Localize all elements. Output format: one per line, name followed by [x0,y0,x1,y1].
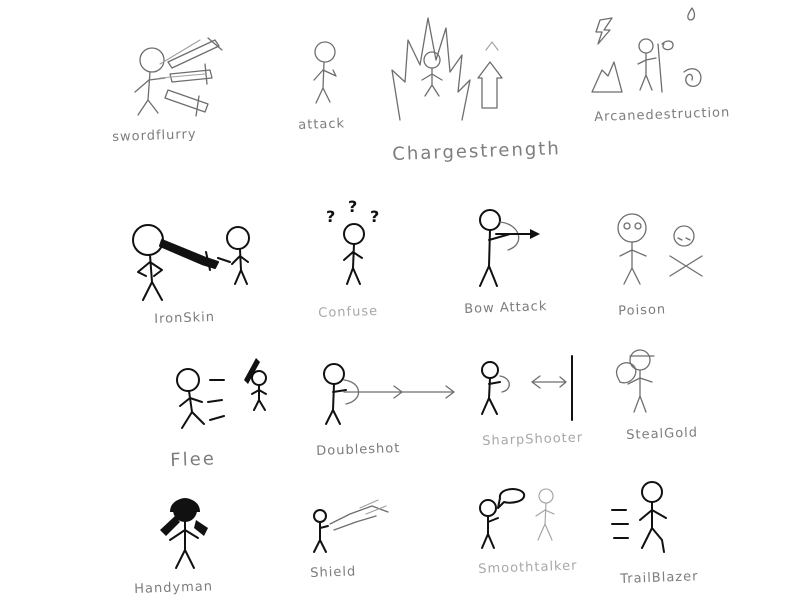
label-flee: Flee [170,448,217,471]
label-handyman: Handyman [134,579,214,597]
label-doubleshot: Doubleshot [316,441,401,459]
trailblazer-sketch [611,481,667,553]
swordflurry-sketch [134,37,223,117]
chargestrength-sketch [391,17,503,121]
sharpshooter-sketch [481,355,573,421]
label-shield: Shield [310,564,357,581]
confuse-sketch: ? ? ? [326,197,379,285]
label-bowattack: Bow Attack [464,299,548,317]
label-ironskin: IronSkin [154,309,216,327]
label-trailblazer: TrailBlazer [620,569,699,587]
flee-sketch [176,358,267,429]
arcanedestruction-sketch [591,7,702,93]
handyman-sketch [160,498,208,569]
doubleshot-sketch [323,363,455,425]
smoothtalker-sketch [479,488,555,549]
label-attack: attack [298,116,346,133]
sketch-sheet: ? ? ? [132,7,703,569]
bowattack-sketch [479,209,540,287]
label-confuse: Confuse [318,303,379,321]
svg-text:?: ? [348,197,357,216]
svg-text:?: ? [370,207,379,226]
poison-sketch [617,213,703,285]
label-poison: Poison [618,302,667,319]
attack-sketch [313,41,337,104]
shield-sketch [313,499,389,553]
ironskin-sketch [132,224,250,301]
label-stealgold: StealGold [626,425,699,443]
stealgold-sketch [615,349,655,413]
svg-text:?: ? [326,207,335,226]
label-swordflurry: swordflurry [112,127,197,145]
